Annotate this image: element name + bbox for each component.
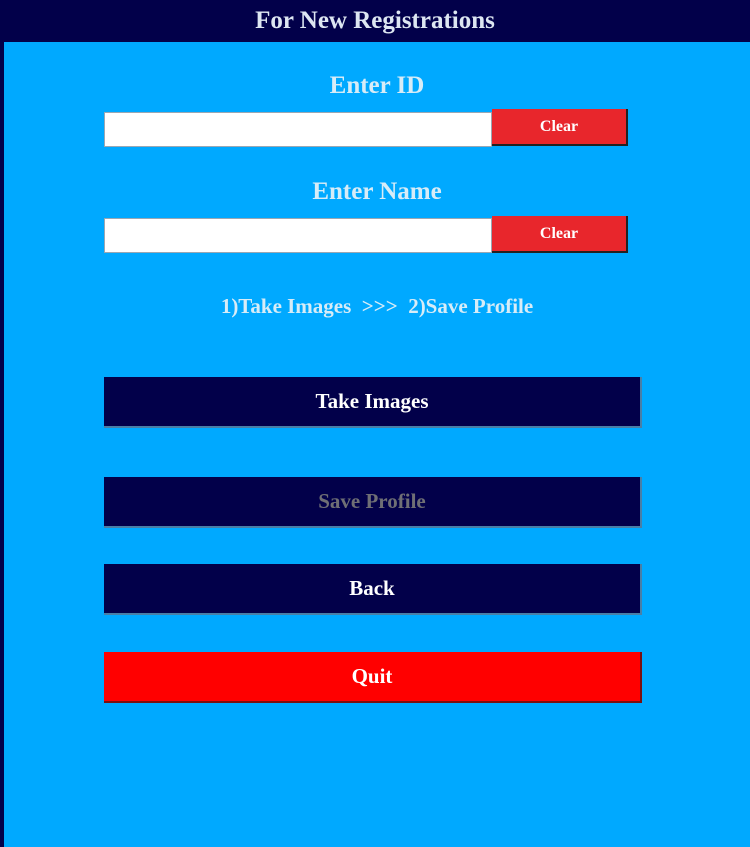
quit-button[interactable]: Quit: [104, 652, 642, 703]
id-label: Enter ID: [329, 72, 425, 99]
name-input[interactable]: [104, 218, 492, 253]
id-input[interactable]: [104, 112, 492, 147]
registration-panel: Enter ID Clear Enter Name Clear 1)Take I…: [4, 42, 750, 847]
back-button[interactable]: Back: [104, 564, 642, 615]
page-title: For New Registrations: [255, 7, 495, 34]
window-header: For New Registrations: [0, 0, 750, 42]
clear-id-button[interactable]: Clear: [492, 109, 628, 146]
instructions-text: 1)Take Images >>> 2)Save Profile: [220, 294, 534, 318]
clear-name-button[interactable]: Clear: [492, 216, 628, 253]
save-profile-button[interactable]: Save Profile: [104, 477, 642, 528]
name-label: Enter Name: [312, 178, 442, 205]
take-images-button[interactable]: Take Images: [104, 377, 642, 428]
